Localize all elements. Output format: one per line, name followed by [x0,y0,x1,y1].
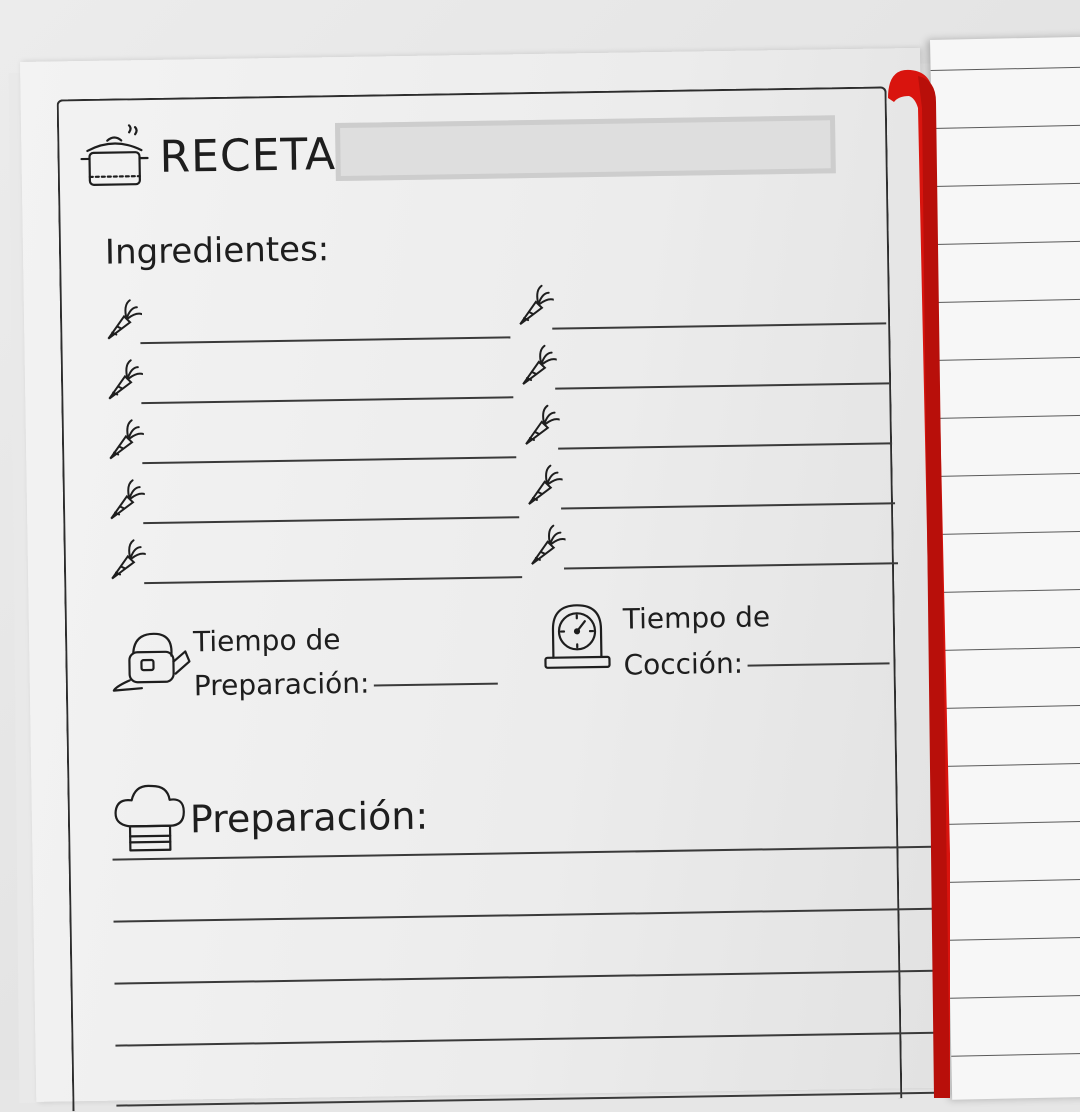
right-page [930,36,1080,1099]
prep-time-blank[interactable] [373,683,497,687]
ingredient-line[interactable] [103,342,514,404]
ingredients-heading: Ingredientes: [105,229,330,273]
cook-time-field[interactable]: Tiempo de Cocción: [540,584,902,690]
ruled-line [939,472,1080,477]
page-frame: RECETA: Ingredientes: [57,86,903,1111]
cooking-pot-icon [77,124,152,191]
ruled-line [932,124,1080,129]
ingredient-underline [564,562,898,569]
ruled-line [951,1052,1080,1057]
recipe-name-box[interactable] [335,115,836,181]
clock-icon [541,599,622,674]
preparation-heading: Preparación: [190,794,429,842]
ruled-line [940,530,1080,535]
preparation-line[interactable] [114,970,934,985]
carrot-icon [522,462,563,509]
ruled-line [931,66,1080,71]
ruled-line [934,240,1080,245]
preparation-underline[interactable] [113,846,933,861]
ingredient-line[interactable] [525,508,898,570]
cook-time-label-line2: Cocción: [623,638,889,688]
carrot-icon [104,416,145,463]
recipe-title-label: RECETA: [159,129,351,183]
ingredient-line[interactable] [516,328,889,390]
ruled-line [949,936,1080,941]
preparation-line[interactable] [113,908,933,923]
carrot-icon [519,402,560,449]
ruled-line [943,646,1080,651]
ingredient-line[interactable] [519,388,892,450]
ruled-line [950,994,1080,999]
ruled-line [933,182,1080,187]
ribbon-bookmark [888,68,950,1098]
ruled-line [944,704,1080,709]
recipe-page: RECETA: Ingredientes: [20,48,936,1102]
ingredient-line[interactable] [513,268,886,330]
ingredient-line[interactable] [522,448,895,510]
carrot-icon [105,476,146,523]
ruled-line [948,878,1080,883]
ruled-line [938,414,1080,419]
carrot-icon [102,296,143,343]
preparation-line[interactable] [116,1092,936,1107]
ingredient-underline [144,576,522,584]
ruled-line [942,588,1080,593]
ingredient-line[interactable] [102,282,511,344]
carrot-icon [525,521,566,568]
cook-time-label-line1: Tiempo de [622,594,770,642]
ruled-line [946,820,1080,825]
prep-time-label-line1: Tiempo de [193,617,341,665]
prep-time-label: Preparación: [194,667,370,703]
ruled-line [945,762,1080,767]
ruled-line [935,298,1080,303]
preparation-line[interactable] [115,1032,935,1047]
ingredient-line[interactable] [104,462,519,524]
carrot-icon [105,536,146,583]
ruled-line [937,356,1080,361]
prep-time-label-line2: Preparación: [193,659,497,710]
prep-time-field[interactable]: Tiempo de Preparación: [111,606,513,712]
carrot-icon [516,342,557,389]
ingredient-line[interactable] [105,522,522,585]
carrot-icon [514,282,555,329]
kettle-icon [111,621,192,696]
cook-time-label: Cocción: [623,647,743,682]
preparation-heading-row: Preparación: [111,768,932,861]
cook-time-blank[interactable] [747,662,889,666]
carrot-icon [103,356,144,403]
chef-hat-icon [111,779,188,860]
ingredient-line[interactable] [103,402,516,464]
recipe-title-row: RECETA: [77,113,878,196]
